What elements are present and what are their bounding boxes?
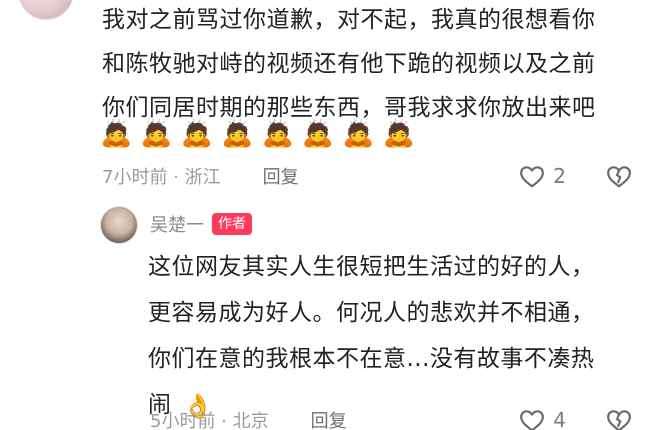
reply-meta: 5小时前 · 北京 回复 <box>150 404 347 430</box>
bowing-emoji-icon: 🙇 <box>221 119 254 149</box>
bowing-emoji-icon: 🙇 <box>140 119 173 149</box>
broken-heart-icon <box>607 410 631 430</box>
bowing-emoji-icon: 🙇 <box>342 119 375 149</box>
reply-line: 这位网友其实人生很短把生活过的好的人， <box>148 254 595 280</box>
bowing-emoji-icon: 🙇 <box>301 119 335 149</box>
like-count: 2 <box>553 164 566 188</box>
emoji-row: 🙇 🙇 🙇 🙇 🙇 🙇 🙇 🙇 <box>100 116 415 152</box>
reply-time-location: 5小时前 · 北京 <box>150 411 269 430</box>
comment-line: 和陈牧驰对峙的视频还有他下跪的视频以及之前 <box>102 51 596 77</box>
reply-text: 这位网友其实人生很短把生活过的好的人， 更容易成为好人。何况人的悲欢并不相通， … <box>148 244 628 428</box>
reply-line: 你们在意的我根本不在意...没有故事不凑热 <box>148 346 595 372</box>
bowing-emoji-icon: 🙇 <box>180 119 214 149</box>
author-badge: 作者 <box>212 213 252 235</box>
comment-line: 我对之前骂过你道歉，对不起，我真的很想看你 <box>102 7 596 33</box>
bowing-emoji-icon: 🙇 <box>382 119 415 149</box>
reply-button[interactable]: 回复 <box>263 163 299 189</box>
reply-header: 吴楚一 作者 <box>150 208 252 240</box>
like-button[interactable]: 4 <box>519 404 566 430</box>
bowing-emoji-icon: 🙇 <box>100 119 133 149</box>
author-name[interactable]: 吴楚一 <box>150 211 204 237</box>
dislike-button[interactable] <box>606 404 632 430</box>
author-avatar[interactable] <box>100 206 138 244</box>
dislike-button[interactable] <box>606 160 632 192</box>
bowing-emoji-icon: 🙇 <box>261 119 294 149</box>
commenter-avatar[interactable] <box>18 0 74 20</box>
reply-line: 更容易成为好人。何况人的悲欢并不相通， <box>148 300 595 326</box>
reply-button[interactable]: 回复 <box>311 407 347 430</box>
like-count: 4 <box>553 408 566 430</box>
heart-icon <box>520 166 545 188</box>
heart-icon <box>520 410 545 430</box>
comment-time-location: 7小时前 · 浙江 <box>102 167 221 188</box>
comment-thread: 我对之前骂过你道歉，对不起，我真的很想看你 和陈牧驰对峙的视频还有他下跪的视频以… <box>0 0 660 430</box>
broken-heart-icon <box>607 166 631 188</box>
like-button[interactable]: 2 <box>519 160 566 192</box>
comment-text: 我对之前骂过你道歉，对不起，我真的很想看你 和陈牧驰对峙的视频还有他下跪的视频以… <box>102 0 632 130</box>
comment-meta: 7小时前 · 浙江 回复 <box>102 160 299 192</box>
